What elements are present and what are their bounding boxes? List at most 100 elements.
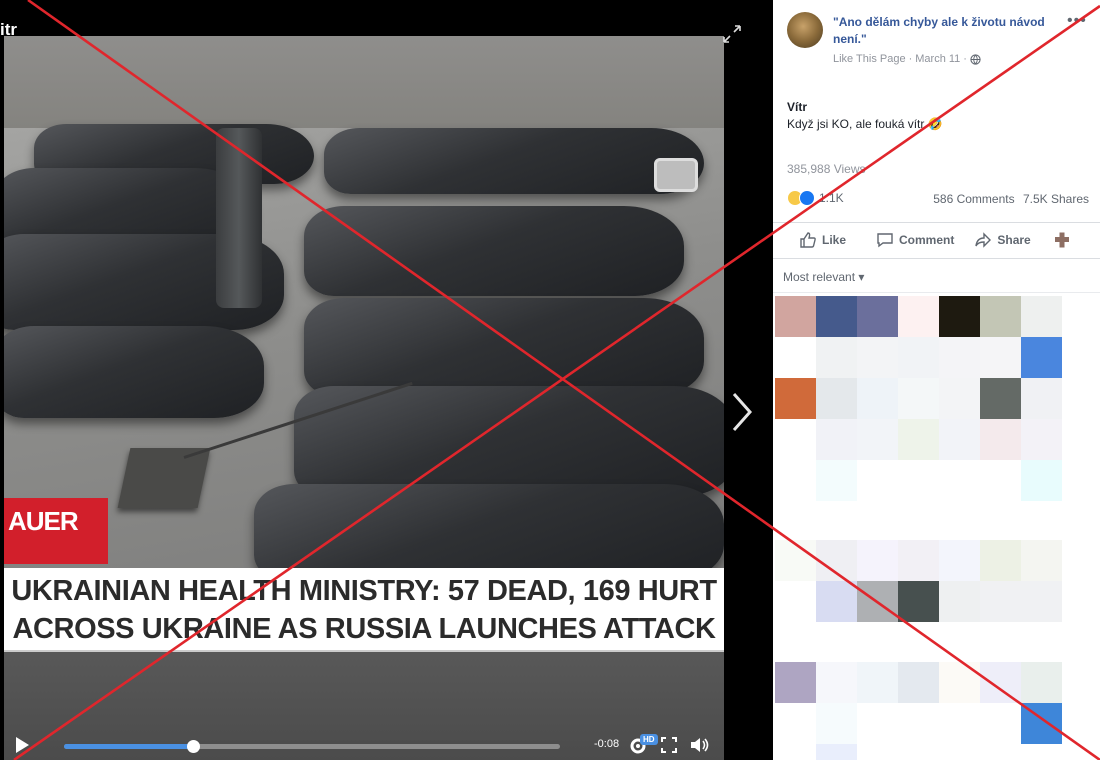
pixelated-tile xyxy=(1021,460,1062,501)
pixelated-tile xyxy=(1021,703,1062,744)
pixelated-tile xyxy=(775,378,816,419)
reaction-count: 1.1K xyxy=(819,191,844,205)
video-scene-bag xyxy=(304,298,704,396)
pixelated-tile xyxy=(980,540,1021,581)
hd-badge: HD xyxy=(640,734,658,745)
video-scene-wall xyxy=(4,36,724,128)
pixelated-tile xyxy=(775,296,816,337)
more-icon[interactable]: ••• xyxy=(1067,12,1087,30)
meta-separator: · xyxy=(908,53,913,65)
page-name-link[interactable]: "Ano dělám chyby ale k životu návod není… xyxy=(833,14,1073,48)
pixelated-tile xyxy=(898,581,939,622)
pixelated-tile xyxy=(775,662,816,703)
video-player[interactable]: AUER UKRAINIAN HEALTH MINISTRY: 57 DEAD,… xyxy=(0,0,773,760)
time-remaining: -0:08 xyxy=(594,738,620,750)
comment-sort-dropdown[interactable]: Most relevant ▾ xyxy=(783,270,864,284)
pixelated-tile xyxy=(857,296,898,337)
expand-icon[interactable] xyxy=(661,737,677,753)
globe-icon xyxy=(970,53,981,65)
pixelated-tile xyxy=(939,581,980,622)
pixelated-tile xyxy=(857,581,898,622)
video-scene-bag xyxy=(304,206,684,296)
pixelated-tile xyxy=(898,540,939,581)
post-date[interactable]: March 11 xyxy=(915,53,960,65)
pixelated-tile xyxy=(939,378,980,419)
pixelated-tile xyxy=(898,378,939,419)
chevron-right-icon[interactable] xyxy=(728,384,758,440)
meta-separator: · xyxy=(963,53,967,65)
post-sidebar: "Ano dělám chyby ale k životu návod není… xyxy=(773,0,1100,760)
pixelated-tile xyxy=(939,419,980,460)
pixelated-tile xyxy=(857,337,898,378)
pixelated-tile xyxy=(1021,581,1062,622)
pixelated-tile xyxy=(857,540,898,581)
post-actions: Like Comment Share xyxy=(773,222,1100,256)
divider xyxy=(773,258,1100,259)
pixelated-tile xyxy=(980,419,1021,460)
share-count[interactable]: 7.5K Shares xyxy=(1023,192,1089,206)
video-scene-tag xyxy=(654,158,698,192)
pixelated-tile xyxy=(980,662,1021,703)
pixelated-tile xyxy=(1021,419,1062,460)
pixelated-tile xyxy=(816,296,857,337)
pixelated-tile xyxy=(816,540,857,581)
video-title: itr xyxy=(0,20,17,39)
pixelated-tile xyxy=(1021,378,1062,419)
video-scene-crate xyxy=(117,448,211,508)
pixelated-tile xyxy=(816,662,857,703)
pixelated-tile xyxy=(898,662,939,703)
like-page-link[interactable]: Like This Page xyxy=(833,53,906,65)
pixelated-tile xyxy=(816,703,857,744)
reactions-summary[interactable]: 1.1K xyxy=(787,190,844,206)
comment-icon xyxy=(877,232,893,247)
pixelated-tile xyxy=(898,337,939,378)
pixelated-tile xyxy=(816,744,857,760)
comments-area-pixelated xyxy=(773,296,1100,760)
messenger-button[interactable] xyxy=(1053,231,1071,249)
progress-fill xyxy=(64,744,193,749)
share-label: Share xyxy=(997,232,1031,247)
video-frame[interactable]: AUER UKRAINIAN HEALTH MINISTRY: 57 DEAD,… xyxy=(4,36,724,760)
comment-count[interactable]: 586 Comments xyxy=(933,192,1014,206)
like-reaction-icon xyxy=(799,190,815,206)
channel-badge-text: AUER xyxy=(8,506,79,536)
fullscreen-icon[interactable] xyxy=(722,24,744,46)
pixelated-tile xyxy=(980,296,1021,337)
engagement-counts: 586 Comments 7.5K Shares xyxy=(928,192,1089,206)
pixelated-tile xyxy=(816,460,857,501)
share-icon xyxy=(975,231,992,248)
pixelated-tile xyxy=(898,296,939,337)
comment-button[interactable]: Comment xyxy=(876,231,954,249)
volume-icon[interactable] xyxy=(690,736,710,754)
caption-line-1: UKRAINIAN HEALTH MINISTRY: 57 DEAD, 169 … xyxy=(11,575,717,607)
pixelated-tile xyxy=(816,378,857,419)
pixelated-tile xyxy=(816,419,857,460)
messenger-icon xyxy=(1054,232,1069,247)
caption-line-2: ACROSS UKRAINE AS RUSSIA LAUNCHES ATTACK xyxy=(12,613,716,645)
pixelated-tile xyxy=(1021,540,1062,581)
play-icon[interactable] xyxy=(14,736,30,754)
post-text: Když jsi KO, ale fouká vítr 🤣 xyxy=(787,117,943,131)
video-controls: -0:08 HD xyxy=(0,730,773,760)
progress-knob[interactable] xyxy=(186,740,200,753)
pixelated-tile xyxy=(939,662,980,703)
divider xyxy=(773,292,1100,293)
post-author[interactable]: Vítr xyxy=(787,100,807,114)
pixelated-tile xyxy=(816,581,857,622)
view-count: 385,988 Views xyxy=(787,162,866,176)
like-button[interactable]: Like xyxy=(799,231,846,249)
pixelated-tile xyxy=(980,581,1021,622)
pixelated-tile xyxy=(939,540,980,581)
comment-label: Comment xyxy=(899,232,955,247)
pixelated-tile xyxy=(1021,296,1062,337)
pixelated-tile xyxy=(980,378,1021,419)
pixelated-tile xyxy=(898,419,939,460)
pixelated-tile xyxy=(1021,662,1062,703)
pixelated-tile xyxy=(857,662,898,703)
pixelated-tile xyxy=(775,540,816,581)
pixelated-tile xyxy=(939,337,980,378)
video-scene-person xyxy=(216,128,262,308)
share-button[interactable]: Share xyxy=(974,231,1031,249)
avatar[interactable] xyxy=(787,12,823,48)
progress-bar[interactable] xyxy=(64,740,560,753)
